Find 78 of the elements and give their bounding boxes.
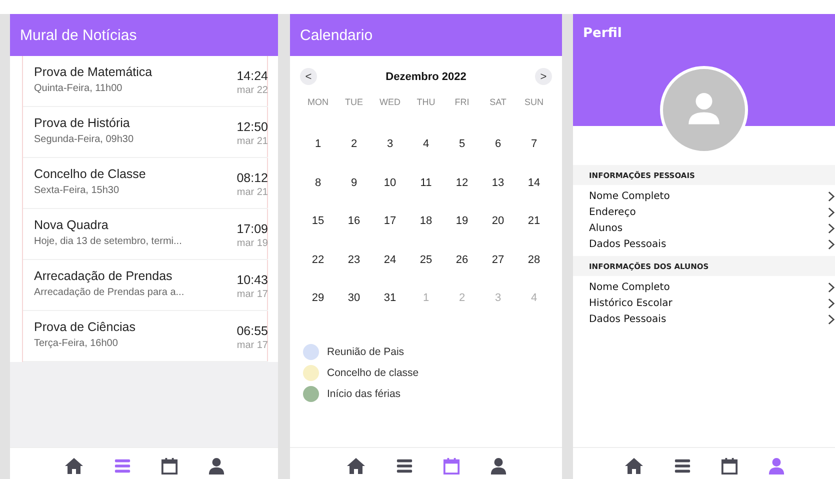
chevron-right-icon xyxy=(828,207,835,218)
list-tab-icon[interactable] xyxy=(674,458,690,474)
profile-item[interactable]: Nome Completo xyxy=(573,280,835,296)
calendar-day[interactable]: 17 xyxy=(384,215,396,228)
calendar-day[interactable]: 13 xyxy=(492,176,504,189)
calendar-day[interactable]: 22 xyxy=(312,254,324,266)
chevron-right-icon xyxy=(828,239,835,250)
calendar-tab-icon[interactable] xyxy=(160,456,178,474)
profile-item[interactable]: Dados Pessoais xyxy=(573,237,835,253)
screen-title: Calendario xyxy=(300,26,373,44)
next-month-button[interactable]: > xyxy=(535,68,552,85)
profile-item[interactable]: Endereço xyxy=(573,205,835,221)
calendar-tab-icon[interactable] xyxy=(720,456,738,474)
weekday-label: TUE xyxy=(344,97,364,107)
calendar-day[interactable]: 15 xyxy=(312,215,324,228)
calendar-day[interactable]: 21 xyxy=(528,215,540,228)
legend-label: Reunião de Pais xyxy=(327,346,404,358)
profile-item[interactable]: Alunos xyxy=(573,221,835,237)
news-item[interactable]: Arrecadação de Prendas Arrecadação de Prendas para a... 10:43 mar 17 xyxy=(23,260,268,311)
list-tab-icon[interactable] xyxy=(396,458,412,474)
screen-title: Mural de Notícias xyxy=(20,26,137,44)
home-tab-icon[interactable] xyxy=(346,456,366,474)
chevron-right-icon xyxy=(828,223,835,234)
news-item[interactable]: Concelho de Classe Sexta-Feira, 15h30 08:12 mar 21 xyxy=(23,158,268,209)
calendar-day[interactable]: 25 xyxy=(420,254,432,266)
calendar-day[interactable]: 24 xyxy=(384,254,396,266)
previous-month-button[interactable]: < xyxy=(300,68,317,85)
user-tab-icon[interactable] xyxy=(490,456,506,474)
calendar-day[interactable]: 16 xyxy=(348,215,360,228)
calendar-day[interactable]: 14 xyxy=(528,176,540,189)
calendar-day[interactable]: 18 xyxy=(420,215,432,228)
calendar-day[interactable]: 29 xyxy=(312,292,324,304)
calendar-day[interactable]: 12 xyxy=(456,176,468,189)
calendar-day[interactable]: 2 xyxy=(350,138,358,150)
weekday-label: THU xyxy=(416,97,436,107)
weekday-label: FRI xyxy=(454,97,470,107)
user-tab-icon[interactable] xyxy=(208,456,224,474)
calendar-day[interactable]: 20 xyxy=(492,215,504,228)
calendar-day[interactable]: 26 xyxy=(456,254,468,266)
calendar-day[interactable]: 3 xyxy=(386,138,394,150)
profile-item[interactable]: Histórico Escolar xyxy=(573,296,835,312)
calendar-tab-icon[interactable] xyxy=(442,456,460,474)
month-title: Dezembro 2022 xyxy=(386,70,466,82)
chevron-right-icon xyxy=(828,191,835,202)
calendar-day[interactable]: 4 xyxy=(422,138,430,150)
screen-title: Perfil xyxy=(583,26,622,41)
calendar-day[interactable]: 1 xyxy=(314,138,322,150)
calendar-day[interactable]: 8 xyxy=(314,176,322,189)
chevron-right-icon xyxy=(828,314,835,325)
calendar-day[interactable]: 7 xyxy=(530,138,538,150)
calendar-day[interactable]: 31 xyxy=(384,292,396,304)
calendar-day[interactable]: 6 xyxy=(494,138,502,150)
calendar-day[interactable]: 27 xyxy=(492,254,504,266)
weekday-label: SAT xyxy=(488,97,508,107)
weekday-label: MON xyxy=(306,97,330,107)
news-item[interactable]: Prova de Matemática Quinta-Feira, 11h00 14:24 mar 22 xyxy=(23,56,268,107)
weekday-label: SUN xyxy=(523,97,544,107)
news-item[interactable]: Nova Quadra Hoje, dia 13 de setembro, termi... 17:09 mar 19 xyxy=(23,209,268,260)
calendar-day[interactable]: 30 xyxy=(348,292,360,304)
weekday-label: WED xyxy=(378,97,402,107)
legend-label: Início das férias xyxy=(327,388,401,400)
profile-item[interactable]: Dados Pessoais xyxy=(573,312,835,328)
calendar-day[interactable]: 9 xyxy=(350,176,358,189)
list-tab-icon[interactable] xyxy=(114,458,130,474)
home-tab-icon[interactable] xyxy=(64,456,84,474)
profile-item[interactable]: Nome Completo xyxy=(573,189,835,205)
calendar-day[interactable]: 23 xyxy=(348,254,360,266)
calendar-day[interactable]: 10 xyxy=(384,176,396,189)
calendar-day[interactable]: 28 xyxy=(528,254,540,266)
chevron-right-icon xyxy=(828,298,835,309)
user-tab-icon[interactable] xyxy=(768,456,784,474)
calendar-day[interactable]: 11 xyxy=(420,176,432,189)
calendar-day[interactable]: 19 xyxy=(456,215,468,228)
calendar-day[interactable]: 5 xyxy=(458,138,466,150)
news-item[interactable]: Prova de História Segunda-Feira, 09h30 12:50 mar 21 xyxy=(23,107,268,158)
chevron-right-icon xyxy=(828,282,835,293)
legend-label: Concelho de classe xyxy=(327,366,419,378)
home-tab-icon[interactable] xyxy=(624,456,644,474)
